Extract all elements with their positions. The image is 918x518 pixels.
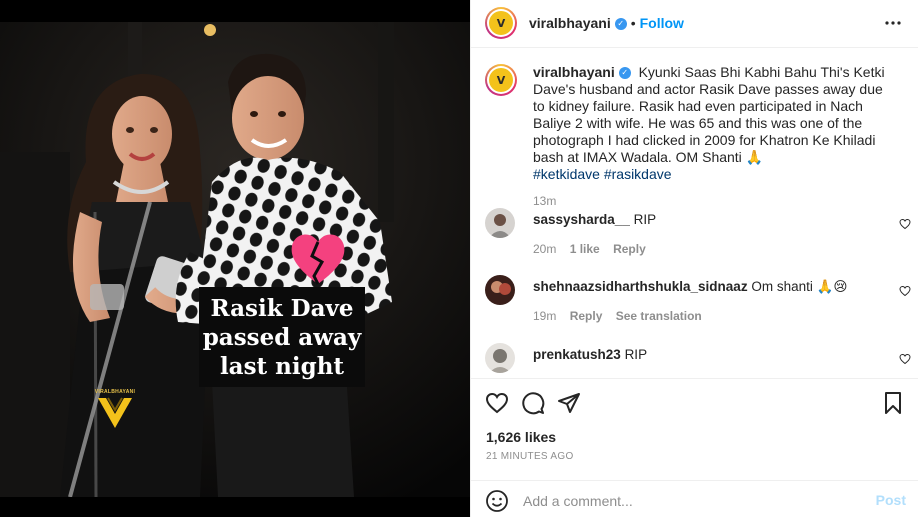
viralbhayani-logo-icon [98,397,132,428]
comment-username[interactable]: prenkatush23 [533,347,621,362]
reply-button[interactable]: Reply [613,242,646,256]
comment-username[interactable]: shehnaazsidharthshukla_sidnaaz [533,279,748,294]
caption-username[interactable]: viralbhayani [533,64,615,80]
post-media[interactable]: Rasik Dave passed away last night VIRALB… [0,0,470,517]
comment-meta: 19m Reply See translation [533,309,712,323]
post-photo[interactable] [0,22,470,497]
comment-text: prenkatush23 RIP [533,347,647,362]
post-side-panel: V viralbhayani ✓ • Follow V viralbhayani ✓ K… [470,0,918,517]
avatar-logo-icon: V [496,73,506,87]
comment-message: RIP [633,212,657,227]
verified-badge-icon: ✓ [618,67,631,80]
photo-scene [0,22,470,497]
caption-text-block: viralbhayani ✓ Kyunki Saas Bhi Kabhi Bahu… [533,64,893,183]
caption-line-3: last night [219,352,345,380]
avatar-logo-icon: V [496,16,506,30]
add-comment-bar: Post [471,480,918,518]
caption-line-1: Rasik Dave [210,294,354,322]
caption-author-avatar[interactable]: V [485,64,517,96]
comment-time[interactable]: 19m [533,309,556,323]
comment-item: prenkatush23 RIP [485,343,911,378]
comment-item: shehnaazsidharthshukla_sidnaaz Om shanti… [485,275,911,327]
author-avatar[interactable]: V [485,7,517,39]
header-separator: • [630,15,636,31]
comment-meta: 20m 1 like Reply [533,242,656,256]
hashtag-link[interactable]: #ketkidave [533,166,600,182]
comment-input[interactable] [521,489,845,513]
likes-count[interactable]: 1,626 likes [486,429,556,445]
post-comment-button[interactable]: Post [876,492,906,508]
comment-like-icon[interactable] [899,353,911,365]
more-options-icon[interactable] [884,14,902,32]
caption-line-2: passed away [202,323,362,351]
instagram-post: Rasik Dave passed away last night VIRALB… [0,0,918,517]
comment-text: shehnaazsidharthshukla_sidnaaz Om shanti… [533,279,848,295]
comment-icon[interactable] [521,391,545,415]
comment-message: RIP [624,347,648,362]
author-username[interactable]: viralbhayani [529,15,611,31]
follow-button[interactable]: Follow [640,15,684,31]
post-actions: 1,626 likes 21 MINUTES AGO [471,378,918,469]
caption-timestamp[interactable]: 13m [533,194,556,208]
heart-icon[interactable] [485,391,509,415]
image-caption-overlay: Rasik Dave passed away last night [199,287,365,387]
post-timestamp[interactable]: 21 MINUTES AGO [486,451,574,462]
comment-like-icon[interactable] [899,285,911,297]
comment-text: sassysharda__ RIP [533,212,656,227]
comment-avatar[interactable] [485,208,515,238]
comment-avatar[interactable] [485,275,515,305]
see-translation-link[interactable]: See translation [616,309,702,323]
header-identity: viralbhayani ✓ • Follow [529,15,684,33]
post-header: V viralbhayani ✓ • Follow [471,0,918,48]
hashtag-link[interactable]: #rasikdave [604,166,672,182]
comment-time[interactable]: 20m [533,242,556,256]
emoji-icon[interactable] [485,489,509,513]
comment-like-icon[interactable] [899,218,911,230]
comment-likes[interactable]: 1 like [570,242,600,256]
comment-avatar[interactable] [485,343,515,373]
comments-section[interactable]: V viralbhayani ✓ Kyunki Saas Bhi Kabhi Ba… [471,48,918,378]
bookmark-icon[interactable] [881,391,905,415]
comment-message: Om shanti 🙏😢 [751,279,848,294]
comment-username[interactable]: sassysharda__ [533,212,630,227]
verified-badge-icon: ✓ [614,17,627,30]
reply-button[interactable]: Reply [570,309,603,323]
share-icon[interactable] [557,391,581,415]
comment-item: sassysharda__ RIP 20m 1 like Reply [485,208,911,260]
